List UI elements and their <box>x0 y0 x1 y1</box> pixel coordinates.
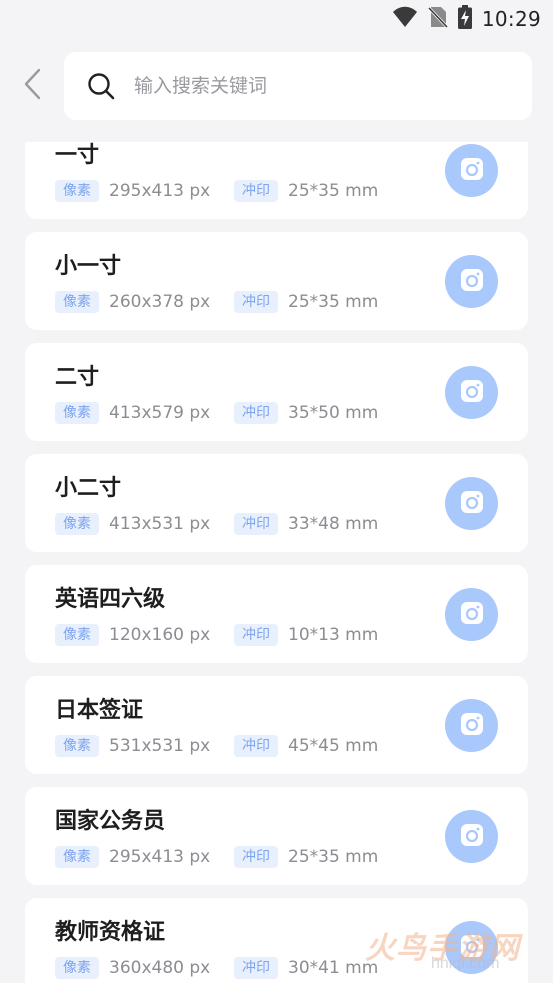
camera-button[interactable] <box>445 477 498 530</box>
list-item[interactable]: 教师资格证像素 360x480 px 冲印 30*41 mm <box>25 898 528 983</box>
print-size: 冲印 45*45 mm <box>234 734 378 758</box>
camera-icon <box>458 155 486 187</box>
camera-icon <box>458 932 486 964</box>
pixel-size: 像素 260x378 px <box>55 290 210 314</box>
item-title: 英语四六级 <box>55 587 166 612</box>
list-item[interactable]: 英语四六级像素 120x160 px 冲印 10*13 mm <box>25 565 528 663</box>
camera-icon <box>458 599 486 631</box>
print-badge: 冲印 <box>234 513 278 535</box>
camera-button[interactable] <box>445 144 498 197</box>
pixel-value: 260x378 px <box>109 292 211 312</box>
pixel-value: 295x413 px <box>109 181 211 201</box>
camera-button[interactable] <box>445 921 498 974</box>
header <box>0 40 553 136</box>
camera-icon <box>458 710 486 742</box>
size-list: 一寸 像素 295x413 px 冲印 25*35 mm 小一寸 像素 260x378 px 冲… <box>0 142 553 983</box>
print-size: 冲印 33*48 mm <box>234 512 378 536</box>
print-size: 冲印 25*35 mm <box>234 290 378 314</box>
print-value: 25*35 mm <box>288 847 379 867</box>
pixel-badge: 像素 <box>55 735 99 757</box>
pixel-size: 像素 413x531 px <box>55 512 210 536</box>
print-badge: 冲印 <box>234 291 278 313</box>
list-item[interactable]: 小二寸像素 413x531 px 冲印 33*48 mm <box>25 454 528 552</box>
print-value: 33*48 mm <box>288 514 379 534</box>
pixel-badge: 像素 <box>55 624 99 646</box>
pixel-badge: 像素 <box>55 957 99 979</box>
item-title: 二寸 <box>55 365 100 390</box>
pixel-size: 像素 413x579 px <box>55 401 210 425</box>
item-title: 国家公务员 <box>55 809 166 834</box>
back-button[interactable] <box>16 68 50 104</box>
list-item[interactable]: 小一寸像素 260x378 px 冲印 25*35 mm <box>25 232 528 330</box>
item-title: 小二寸 <box>55 476 122 501</box>
list-item[interactable]: 日本签证像素 531x531 px 冲印 45*45 mm <box>25 676 528 774</box>
camera-button[interactable] <box>445 366 498 419</box>
pixel-size: 像素 531x531 px <box>55 734 210 758</box>
wifi-icon <box>392 6 418 32</box>
status-time: 10:29 <box>481 7 541 31</box>
list-item[interactable]: 二寸像素 413x579 px 冲印 35*50 mm <box>25 343 528 441</box>
print-badge: 冲印 <box>234 846 278 868</box>
status-bar: 10:29 <box>0 0 553 40</box>
pixel-size: 像素 120x160 px <box>55 623 210 647</box>
print-value: 35*50 mm <box>288 403 379 423</box>
print-badge: 冲印 <box>234 735 278 757</box>
print-value: 25*35 mm <box>288 181 379 201</box>
pixel-badge: 像素 <box>55 846 99 868</box>
camera-icon <box>458 266 486 298</box>
print-badge: 冲印 <box>234 957 278 979</box>
pixel-value: 413x531 px <box>109 514 211 534</box>
item-title: 小一寸 <box>55 254 122 279</box>
print-badge: 冲印 <box>234 180 278 202</box>
item-title: 日本签证 <box>55 698 144 723</box>
battery-charging-icon <box>457 5 472 33</box>
print-size: 冲印 10*13 mm <box>234 623 378 647</box>
camera-button[interactable] <box>445 810 498 863</box>
pixel-value: 295x413 px <box>109 847 211 867</box>
camera-button[interactable] <box>445 255 498 308</box>
chevron-left-icon <box>23 68 43 104</box>
camera-icon <box>458 488 486 520</box>
item-title: 教师资格证 <box>55 920 166 945</box>
print-size: 冲印 25*35 mm <box>234 845 378 869</box>
list-item[interactable]: 国家公务员像素 295x413 px 冲印 25*35 mm <box>25 787 528 885</box>
pixel-badge: 像素 <box>55 180 99 202</box>
status-icons: 10:29 <box>392 5 541 33</box>
list-item[interactable]: 一寸像素 295x413 px 冲印 25*35 mm <box>25 142 528 219</box>
print-size: 冲印 35*50 mm <box>234 401 378 425</box>
print-value: 30*41 mm <box>288 958 379 978</box>
pixel-value: 531x531 px <box>109 736 211 756</box>
print-size: 冲印 30*41 mm <box>234 956 378 980</box>
print-badge: 冲印 <box>234 402 278 424</box>
pixel-value: 413x579 px <box>109 403 211 423</box>
pixel-value: 120x160 px <box>109 625 211 645</box>
search-input[interactable] <box>132 74 516 98</box>
pixel-badge: 像素 <box>55 402 99 424</box>
print-value: 45*45 mm <box>288 736 379 756</box>
search-icon <box>86 71 116 101</box>
print-value: 25*35 mm <box>288 292 379 312</box>
print-badge: 冲印 <box>234 624 278 646</box>
pixel-badge: 像素 <box>55 513 99 535</box>
pixel-size: 像素 360x480 px <box>55 956 210 980</box>
pixel-size: 像素 295x413 px <box>55 179 210 203</box>
pixel-value: 360x480 px <box>109 958 211 978</box>
pixel-size: 像素 295x413 px <box>55 845 210 869</box>
print-size: 冲印 25*35 mm <box>234 179 378 203</box>
no-sim-icon <box>427 5 448 33</box>
camera-icon <box>458 377 486 409</box>
search-box[interactable] <box>64 52 532 120</box>
camera-button[interactable] <box>445 588 498 641</box>
item-title: 一寸 <box>55 143 100 168</box>
pixel-badge: 像素 <box>55 291 99 313</box>
camera-icon <box>458 821 486 853</box>
print-value: 10*13 mm <box>288 625 379 645</box>
camera-button[interactable] <box>445 699 498 752</box>
